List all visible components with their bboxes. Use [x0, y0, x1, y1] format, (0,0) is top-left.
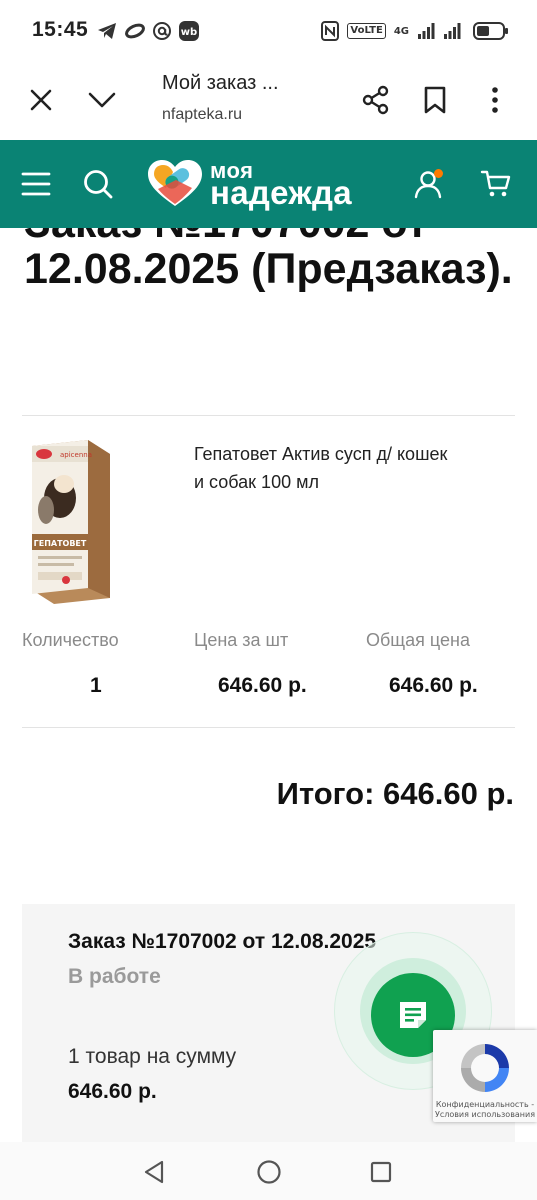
recaptcha-icon	[461, 1044, 509, 1092]
svg-text:wb: wb	[181, 27, 197, 38]
close-tab-button[interactable]	[19, 78, 63, 122]
volte-icon: VoLTE	[347, 23, 386, 39]
battery-icon	[473, 22, 508, 40]
bookmark-icon	[424, 86, 446, 114]
back-button[interactable]	[136, 1154, 172, 1190]
card-order-title: Заказ №1707002 от 12.08.2025	[68, 930, 377, 953]
telegram-icon	[98, 23, 116, 39]
product-image[interactable]: apicenna ГЕПАТОВЕТ	[22, 438, 112, 606]
box-title-text: ГЕПАТОВЕТ	[34, 539, 87, 548]
bookmark-button[interactable]	[413, 78, 457, 122]
home-button[interactable]	[251, 1154, 287, 1190]
signal-icon	[444, 23, 461, 39]
notes-icon	[400, 1002, 426, 1028]
order-total: Итого: 646.60 р.	[276, 776, 514, 811]
unit-price-label: Цена за шт	[194, 630, 289, 650]
system-nav-bar	[0, 1142, 537, 1200]
status-bar: 15:45 wb VoLTE 4G	[0, 0, 537, 62]
unit-price-value: 646.60 р.	[218, 674, 307, 697]
box-brand-text: apicenna	[60, 451, 92, 459]
product-name[interactable]: Гепатовет Актив сусп д/ кошек и собак 10…	[194, 440, 454, 496]
share-icon	[362, 85, 389, 115]
brand-logo[interactable]: моя надежда	[146, 156, 386, 216]
site-header: моя надежда	[0, 140, 537, 228]
back-triangle-icon	[144, 1160, 164, 1184]
minimize-tab-button[interactable]	[80, 78, 124, 122]
recents-button[interactable]	[363, 1154, 399, 1190]
divider	[22, 415, 515, 416]
card-summary: 1 товар на сумму	[68, 1045, 237, 1068]
status-time: 15:45	[32, 18, 89, 41]
total-price-value: 646.60 р.	[389, 674, 478, 697]
status-left-icons: wb	[96, 18, 200, 44]
recaptcha-terms[interactable]: Конфиденциальность - Условия использован…	[433, 1100, 537, 1120]
signal-icon	[418, 23, 435, 39]
link-icon	[125, 23, 145, 39]
browser-toolbar: Мой заказ ... nfapteka.ru	[0, 62, 537, 140]
card-amount: 646.60 р.	[68, 1080, 157, 1103]
notification-dot	[434, 169, 443, 178]
more-options-button[interactable]	[473, 78, 517, 122]
nfc-icon	[321, 21, 340, 41]
page-title: Мой заказ ...	[162, 72, 279, 94]
cart-icon	[480, 170, 511, 197]
recaptcha-terms-link[interactable]: Условия использования	[433, 1110, 537, 1120]
cart-button[interactable]	[474, 162, 518, 206]
wb-icon: wb	[179, 21, 199, 41]
total-price-label: Общая цена	[366, 630, 470, 650]
quantity-label: Количество	[22, 630, 119, 650]
brand-name-bottom: надежда	[210, 174, 352, 211]
account-button[interactable]	[406, 162, 450, 206]
status-badge: В работе	[68, 965, 161, 988]
recents-square-icon	[370, 1161, 392, 1183]
more-vert-icon	[492, 87, 498, 113]
menu-button[interactable]	[14, 162, 58, 206]
divider	[22, 727, 515, 728]
home-circle-icon	[257, 1160, 281, 1184]
close-icon	[30, 89, 52, 111]
heart-logo-icon	[148, 160, 202, 206]
recaptcha-privacy-link[interactable]: Конфиденциальность -	[433, 1100, 537, 1110]
page-url: nfapteka.ru	[162, 106, 243, 123]
menu-icon	[21, 172, 51, 196]
chevron-down-icon	[88, 92, 116, 108]
order-heading: Заказ №1707002 от 12.08.2025 (Предзаказ)…	[24, 228, 513, 293]
at-icon	[153, 22, 171, 40]
network-type: 4G	[393, 25, 409, 37]
search-icon	[84, 170, 113, 199]
recaptcha-badge[interactable]: Конфиденциальность - Условия использован…	[433, 1030, 537, 1122]
quantity-value: 1	[90, 674, 102, 697]
share-button[interactable]	[354, 78, 398, 122]
status-right-icons: VoLTE 4G	[321, 18, 509, 44]
search-button[interactable]	[76, 162, 120, 206]
